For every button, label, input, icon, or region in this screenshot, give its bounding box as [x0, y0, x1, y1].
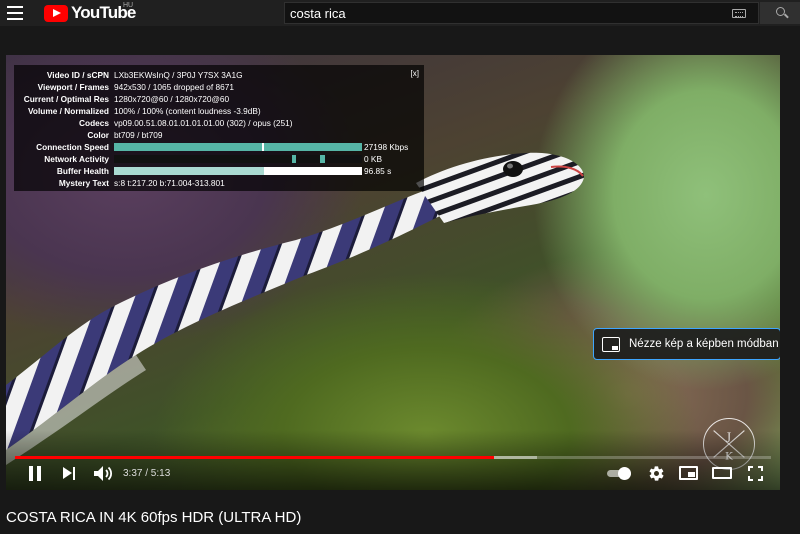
stat-row: Buffer Health 96.85 s	[14, 165, 424, 177]
fullscreen-icon[interactable]	[748, 466, 763, 481]
stat-row: Codecs vp09.00.51.08.01.01.01.01.00 (302…	[14, 117, 424, 129]
stat-value: vp09.00.51.08.01.01.01.01.00 (302) / opu…	[114, 118, 293, 128]
autoplay-toggle[interactable]	[607, 467, 633, 480]
autoplay-knob	[618, 467, 631, 480]
connection-speed-graph	[114, 143, 362, 151]
stat-key: Connection Speed	[36, 142, 109, 152]
stat-row: Video ID / sCPN LXb3EKWsInQ / 3P0J Y7SX …	[14, 69, 424, 81]
stat-value: 96.85 s	[364, 166, 392, 176]
picture-in-picture-tooltip[interactable]: Nézze kép a képben módban	[593, 328, 780, 360]
youtube-play-icon	[44, 4, 68, 22]
stat-value: 942x530 / 1065 dropped of 8671	[114, 82, 234, 92]
stat-value: 1280x720@60 / 1280x720@60	[114, 94, 230, 104]
youtube-logo[interactable]: YouTube	[44, 3, 136, 23]
stat-key: Codecs	[79, 118, 109, 128]
masthead: YouTube HU	[0, 0, 800, 26]
stat-row: Mystery Text s:8 t:217.20 b:71.004-313.8…	[14, 177, 424, 189]
pip-tooltip-label: Nézze kép a képben módban	[629, 338, 779, 350]
search-button[interactable]	[760, 2, 800, 24]
search-box[interactable]	[284, 2, 759, 24]
stat-row: Volume / Normalized 100% / 100% (content…	[14, 105, 424, 117]
stat-key: Volume / Normalized	[28, 106, 109, 116]
pause-button[interactable]	[28, 466, 42, 481]
stat-key: Viewport / Frames	[37, 82, 109, 92]
next-video-button[interactable]	[63, 467, 77, 480]
stat-value: 100% / 100% (content loudness -3.9dB)	[114, 106, 261, 116]
stat-value: 0 KB	[364, 154, 382, 164]
country-code: HU	[123, 2, 134, 9]
stat-key: Color	[87, 130, 109, 140]
picture-in-picture-icon	[602, 336, 620, 352]
time-display: 3:37 / 5:13	[123, 468, 171, 479]
settings-gear-icon[interactable]	[648, 465, 665, 482]
buffer-health-graph	[114, 167, 362, 175]
stat-value: LXb3EKWsInQ / 3P0J Y7SX 3A1G	[114, 70, 243, 80]
network-activity-graph	[114, 155, 362, 163]
stat-key: Current / Optimal Res	[23, 94, 109, 104]
stat-key: Mystery Text	[58, 178, 109, 188]
stat-value: bt709 / bt709	[114, 130, 163, 140]
stat-key: Network Activity	[44, 154, 109, 164]
theater-mode-button[interactable]	[712, 467, 732, 479]
progress-bar[interactable]	[15, 456, 771, 459]
stat-row: Network Activity 0 KB	[14, 153, 424, 165]
stat-value: 27198 Kbps	[364, 142, 409, 152]
hamburger-menu-icon[interactable]	[7, 6, 23, 20]
volume-icon[interactable]	[93, 465, 113, 482]
stat-row: Connection Speed 27198 Kbps	[14, 141, 424, 153]
pause-icon	[29, 466, 33, 481]
stat-row: Color bt709 / bt709	[14, 129, 424, 141]
miniplayer-button[interactable]	[679, 466, 698, 480]
progress-played	[15, 456, 495, 459]
search-input[interactable]	[285, 3, 732, 23]
stat-key: Buffer Health	[56, 166, 109, 176]
stat-value: s:8 t:217.20 b:71.004-313.801	[114, 178, 225, 188]
keyboard-icon[interactable]	[732, 8, 746, 18]
stat-row: Viewport / Frames 942x530 / 1065 dropped…	[14, 81, 424, 93]
video-title: COSTA RICA IN 4K 60fps HDR (ULTRA HD)	[6, 509, 302, 526]
video-player[interactable]: [x] Video ID / sCPN LXb3EKWsInQ / 3P0J Y…	[6, 55, 780, 490]
stat-row: Current / Optimal Res 1280x720@60 / 1280…	[14, 93, 424, 105]
stats-for-nerds-panel: [x] Video ID / sCPN LXb3EKWsInQ / 3P0J Y…	[14, 65, 424, 191]
stat-key: Video ID / sCPN	[46, 70, 109, 80]
